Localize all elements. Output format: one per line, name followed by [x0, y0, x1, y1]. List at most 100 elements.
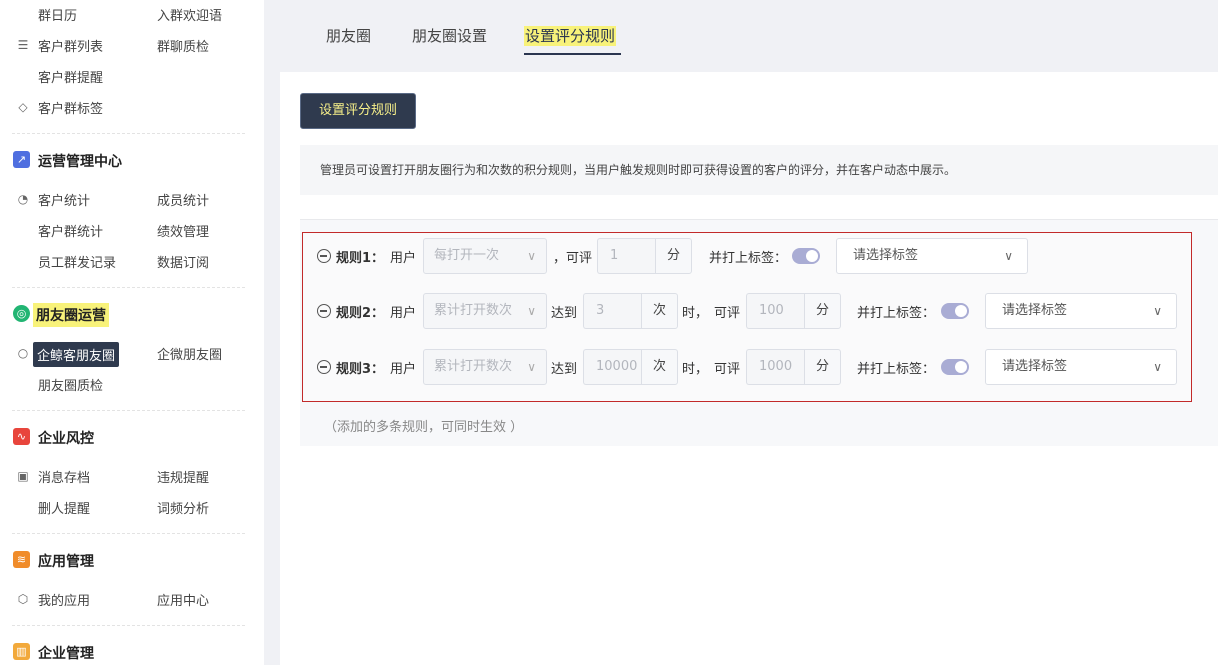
- sidebar-item-message-archive[interactable]: 消息存档: [38, 467, 90, 486]
- notice-text: 管理员可设置打开朋友圈行为和次数的积分规则，当用户触发规则时即可获得设置的客户的…: [300, 145, 1218, 195]
- sidebar-item-group-calendar[interactable]: 群日历: [38, 5, 77, 24]
- rule-user-text: 用户: [390, 362, 417, 377]
- main-area: 朋友圈 朋友圈设置 设置评分规则 设置评分规则 管理员可设置打开朋友圈行为和次数…: [280, 0, 1218, 665]
- section-title: 企业风控: [38, 431, 94, 447]
- sidebar-row: ◔ 客户统计 成员统计: [0, 188, 264, 209]
- sidebar-item-member-stats[interactable]: 成员统计: [157, 190, 209, 209]
- tag-toggle[interactable]: [941, 303, 969, 319]
- chevron-down-icon: ∨: [1153, 304, 1162, 318]
- divider: [12, 410, 245, 411]
- score-input[interactable]: 1000: [746, 349, 804, 385]
- chevron-down-icon: ∨: [1004, 249, 1013, 263]
- sidebar-item-moments-quality[interactable]: 朋友圈质检: [38, 375, 103, 394]
- sidebar-item-violation-alert[interactable]: 违规提醒: [157, 467, 209, 486]
- tab-label: 设置评分规则: [524, 26, 617, 46]
- chat-icon: ○: [17, 346, 29, 360]
- behavior-value: 每打开一次: [434, 248, 500, 263]
- rules-panel: 规则1： 用户 每打开一次 ∨ ，可评 1 分 并打上标签： 请选择标签 ∨ 规…: [300, 219, 1218, 446]
- sidebar-item-word-frequency[interactable]: 词频分析: [157, 498, 209, 517]
- tag-toggle[interactable]: [941, 359, 969, 375]
- rule-user-text: 用户: [390, 251, 417, 266]
- chevron-down-icon: ∨: [527, 304, 536, 318]
- rules-box: 规则1： 用户 每打开一次 ∨ ，可评 1 分 并打上标签： 请选择标签 ∨ 规…: [302, 232, 1192, 402]
- sidebar-item-group-tags[interactable]: 客户群标签: [38, 98, 103, 117]
- building-icon: ▥: [13, 643, 30, 660]
- sidebar: 群日历 入群欢迎语 ☰ 客户群列表 群聊质检 客户群提醒 ◇ 客户群标签 ↗ 运…: [0, 0, 264, 665]
- can-rate-text: ，可评: [553, 251, 593, 266]
- can-rate-text: 可评: [714, 362, 741, 377]
- layers-icon: ≋: [13, 551, 30, 568]
- rule-label: 规则2：: [336, 306, 385, 321]
- section-title: 应用管理: [38, 554, 94, 570]
- rules-hint: （添加的多条规则，可同时生效 ）: [324, 420, 524, 435]
- content-panel: 设置评分规则 管理员可设置打开朋友圈行为和次数的积分规则，当用户触发规则时即可获…: [280, 72, 1218, 665]
- section-risk[interactable]: ∿ 企业风控: [0, 425, 264, 449]
- sidebar-item-broadcast-records[interactable]: 员工群发记录: [38, 252, 116, 271]
- section-title: 朋友圈运营: [33, 303, 109, 327]
- sidebar-row: ○ 企鲸客朋友圈 企微朋友圈: [0, 342, 264, 367]
- sidebar-item-data-subscribe[interactable]: 数据订阅: [157, 252, 209, 271]
- sidebar-item-group-stats[interactable]: 客户群统计: [38, 221, 103, 240]
- behavior-select[interactable]: 累计打开数次 ∨: [423, 293, 547, 329]
- tag-select[interactable]: 请选择标签 ∨: [985, 293, 1177, 329]
- tag-toggle[interactable]: [792, 248, 820, 264]
- sidebar-row: 群日历 入群欢迎语: [0, 3, 264, 24]
- score-unit: 分: [804, 349, 841, 385]
- when-text: 时，: [682, 306, 709, 321]
- tag-label: 并打上标签：: [709, 251, 788, 266]
- sidebar-row: 员工群发记录 数据订阅: [0, 250, 264, 271]
- tag-select-placeholder: 请选择标签: [1002, 359, 1068, 374]
- score-input[interactable]: 100: [746, 293, 804, 329]
- when-text: 时，: [682, 362, 709, 377]
- section-moments[interactable]: ◎ 朋友圈运营: [0, 302, 264, 327]
- sidebar-item-qjk-moments[interactable]: 企鲸客朋友圈: [33, 342, 120, 367]
- remove-rule-icon[interactable]: [317, 249, 331, 263]
- count-input[interactable]: 10000: [583, 349, 641, 385]
- sidebar-item-customer-stats[interactable]: 客户统计: [38, 190, 90, 209]
- tab-scoring-rules[interactable]: 设置评分规则: [524, 25, 617, 46]
- score-unit: 分: [804, 293, 841, 329]
- tab-moments-settings[interactable]: 朋友圈设置: [412, 25, 487, 46]
- tab-moments[interactable]: 朋友圈: [326, 25, 371, 46]
- sidebar-row: 删人提醒 词频分析: [0, 496, 264, 517]
- reach-text: 达到: [551, 362, 578, 377]
- chevron-down-icon: ∨: [527, 249, 536, 263]
- sidebar-item-group-list[interactable]: 客户群列表: [38, 36, 103, 55]
- cube-icon: ⬡: [17, 592, 29, 606]
- set-scoring-rules-button[interactable]: 设置评分规则: [300, 93, 416, 129]
- sidebar-item-delete-alert[interactable]: 删人提醒: [38, 498, 90, 517]
- pulse-icon: ∿: [13, 428, 30, 445]
- section-ops[interactable]: ↗ 运营管理中心: [0, 148, 264, 172]
- rule-label: 规则1：: [336, 251, 385, 266]
- sidebar-item-my-apps[interactable]: 我的应用: [38, 590, 90, 609]
- score-input[interactable]: 1: [597, 238, 655, 274]
- divider: [12, 133, 245, 134]
- remove-rule-icon[interactable]: [317, 304, 331, 318]
- section-enterprise[interactable]: ▥ 企业管理: [0, 640, 264, 664]
- remove-rule-icon[interactable]: [317, 360, 331, 374]
- rule-1: 规则1： 用户 每打开一次 ∨ ，可评 1 分 并打上标签： 请选择标签 ∨: [303, 238, 1193, 274]
- behavior-select[interactable]: 累计打开数次 ∨: [423, 349, 547, 385]
- rule-3: 规则3： 用户 累计打开数次 ∨ 达到 10000 次 时， 可评 1000 分…: [303, 349, 1193, 385]
- moments-icon: ◎: [13, 305, 30, 322]
- rule-2: 规则2： 用户 累计打开数次 ∨ 达到 3 次 时， 可评 100 分 并打上标…: [303, 293, 1193, 329]
- sidebar-item-group-reminder[interactable]: 客户群提醒: [38, 67, 103, 86]
- tab-bar: 朋友圈 朋友圈设置 设置评分规则: [280, 0, 1218, 72]
- sidebar-item-group-quality[interactable]: 群聊质检: [157, 36, 209, 55]
- tag-select-placeholder: 请选择标签: [853, 248, 919, 263]
- section-apps[interactable]: ≋ 应用管理: [0, 548, 264, 572]
- tag-select[interactable]: 请选择标签 ∨: [985, 349, 1177, 385]
- sidebar-item-wecom-moments[interactable]: 企微朋友圈: [157, 344, 222, 363]
- list-icon: ☰: [17, 38, 29, 52]
- sidebar-item-app-center[interactable]: 应用中心: [157, 590, 209, 609]
- score-unit: 分: [655, 238, 692, 274]
- behavior-select[interactable]: 每打开一次 ∨: [423, 238, 547, 274]
- count-input[interactable]: 3: [583, 293, 641, 329]
- tag-select[interactable]: 请选择标签 ∨: [836, 238, 1028, 274]
- sidebar-row: ◇ 客户群标签: [0, 96, 264, 117]
- sidebar-item-group-welcome[interactable]: 入群欢迎语: [157, 5, 222, 24]
- sidebar-item-performance[interactable]: 绩效管理: [157, 221, 209, 240]
- chevron-down-icon: ∨: [1153, 360, 1162, 374]
- sidebar-row: ☰ 客户群列表 群聊质检: [0, 34, 264, 55]
- pie-chart-icon: ◔: [17, 192, 29, 206]
